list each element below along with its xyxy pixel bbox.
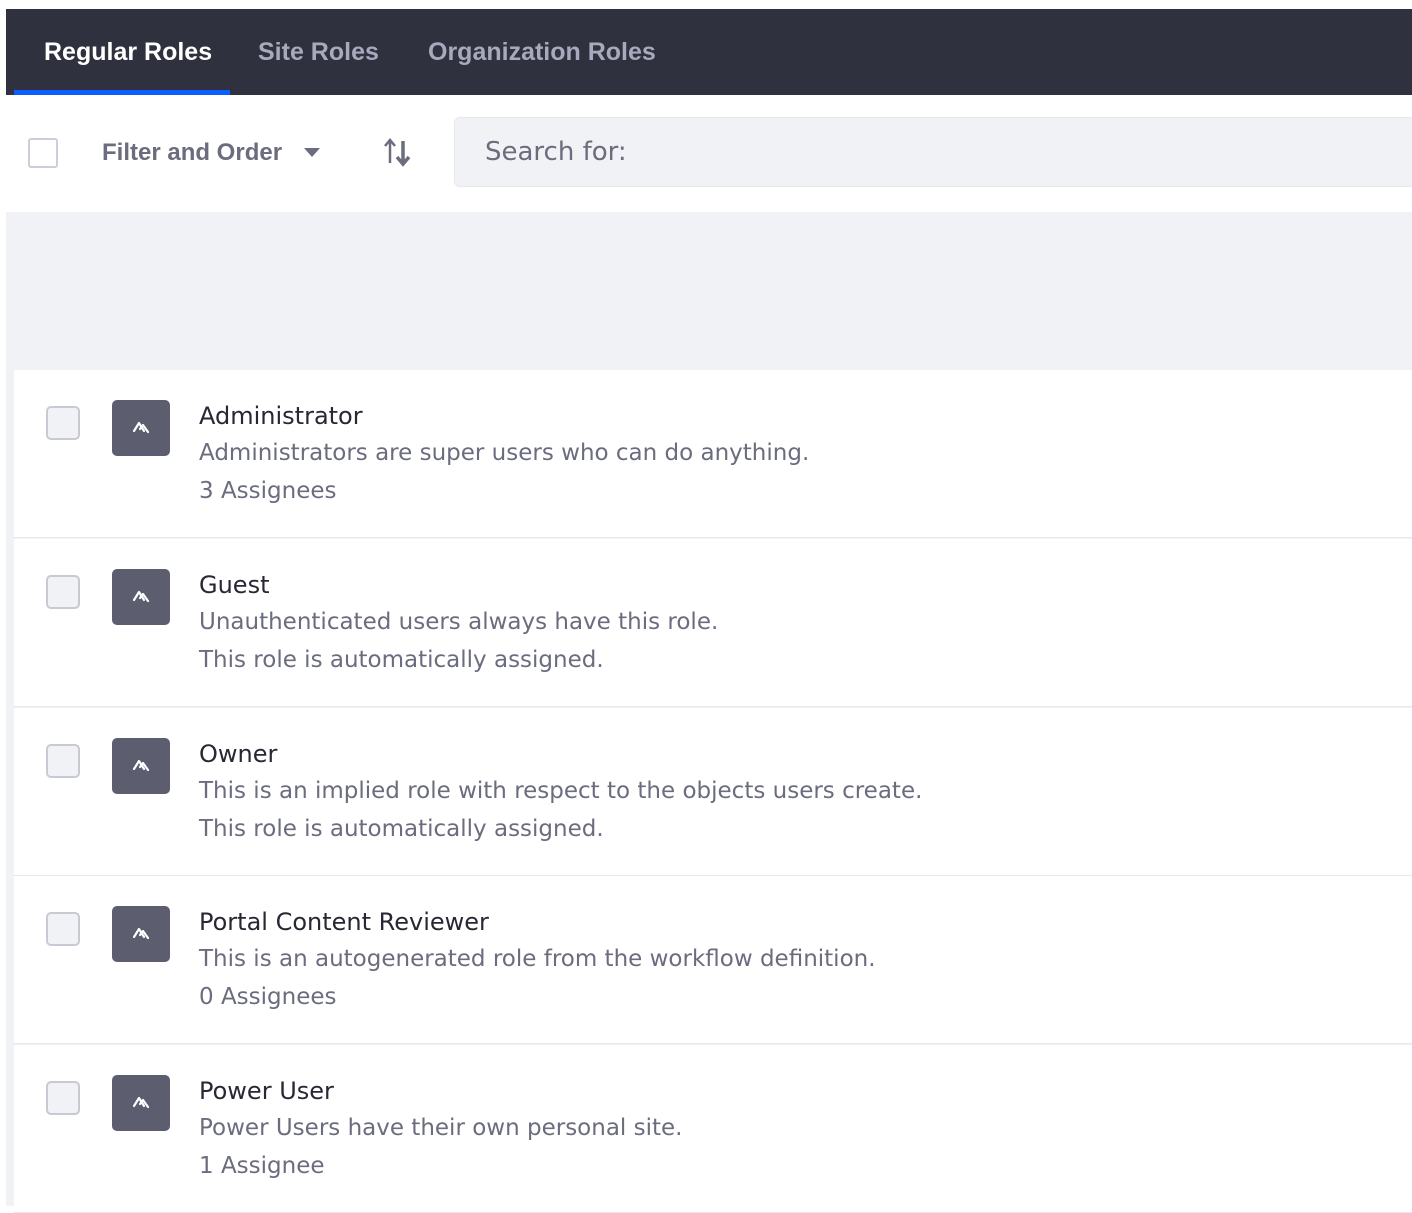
list-item: Portal Content Reviewer This is an autog… [14,876,1412,1044]
roles-list: Administrator Administrators are super u… [6,370,1412,1213]
filter-and-order-dropdown[interactable]: Filter and Order [102,139,282,167]
user-role-icon [112,1075,170,1131]
role-title[interactable]: Portal Content Reviewer [199,908,489,936]
row-checkbox[interactable] [46,912,80,946]
row-checkbox[interactable] [46,575,80,609]
role-title[interactable]: Owner [199,740,277,768]
navigation-tabbar: Regular Roles Site Roles Organization Ro… [6,9,1412,95]
management-toolbar: Filter and Order [6,95,1412,212]
list-item: Administrator Administrators are super u… [14,370,1412,538]
role-description: Power Users have their own personal site… [199,1115,683,1141]
role-assignees: 3 Assignees [199,478,337,504]
search-box [454,117,1412,187]
tab-site-roles[interactable]: Site Roles [258,9,379,95]
role-title[interactable]: Administrator [199,402,363,430]
role-assignees: 0 Assignees [199,984,337,1010]
list-item: Power User Power Users have their own pe… [14,1045,1412,1213]
role-title[interactable]: Guest [199,571,270,599]
role-description: This is an autogenerated role from the w… [199,946,876,972]
content-gap-panel [6,212,1412,370]
caret-down-icon[interactable] [304,148,320,157]
tab-organization-roles[interactable]: Organization Roles [428,9,656,95]
role-title[interactable]: Power User [199,1077,334,1105]
search-input[interactable] [455,118,1412,186]
list-item: Guest Unauthenticated users always have … [14,539,1412,707]
row-checkbox[interactable] [46,406,80,440]
role-description: Unauthenticated users always have this r… [199,609,719,635]
user-role-icon [112,738,170,794]
user-role-icon [112,569,170,625]
user-role-icon [112,400,170,456]
role-description: Administrators are super users who can d… [199,440,810,466]
row-checkbox[interactable] [46,744,80,778]
tab-regular-roles[interactable]: Regular Roles [44,9,212,95]
list-item: Owner This is an implied role with respe… [14,708,1412,876]
order-arrows-icon[interactable] [380,135,414,169]
user-role-icon [112,906,170,962]
role-assignment-note: This role is automatically assigned. [199,647,604,673]
role-assignment-note: This role is automatically assigned. [199,816,604,842]
role-description: This is an implied role with respect to … [199,778,923,804]
select-all-checkbox[interactable] [28,138,58,168]
role-assignees: 1 Assignee [199,1153,325,1179]
row-checkbox[interactable] [46,1081,80,1115]
